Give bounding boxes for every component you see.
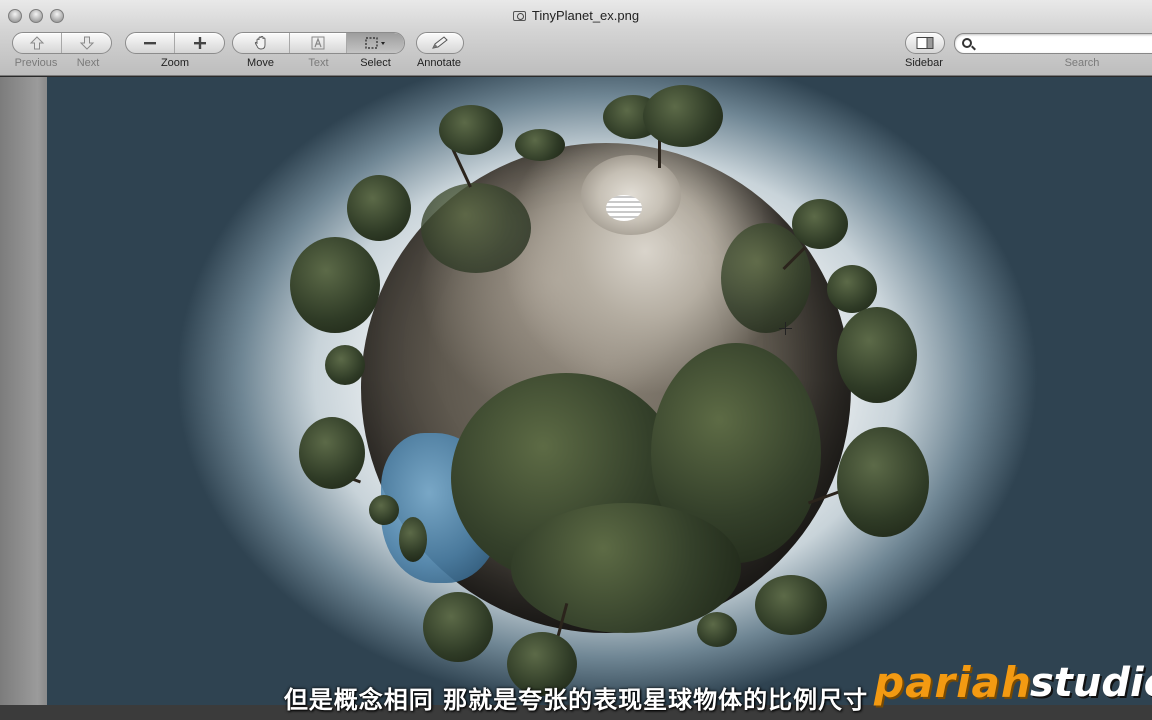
sidebar-icon	[916, 37, 934, 49]
select-tool-button[interactable]	[347, 33, 404, 53]
move-tool-button[interactable]	[233, 33, 290, 53]
document-proxy-icon[interactable]	[512, 11, 526, 21]
image-canvas[interactable]	[47, 77, 1152, 705]
next-button[interactable]	[62, 33, 111, 53]
hand-icon	[254, 36, 266, 50]
forest-patch	[421, 183, 531, 273]
previous-button[interactable]	[13, 33, 62, 53]
previous-next-control	[12, 32, 112, 54]
up-arrow-icon	[29, 36, 45, 50]
zoom-control	[125, 32, 225, 54]
window-title: TinyPlanet_ex.png	[0, 8, 1152, 23]
plus-icon	[193, 37, 206, 49]
crosshair-cursor	[779, 322, 792, 335]
zoom-in-button[interactable]	[175, 33, 224, 53]
window-toolbar: TinyPlanet_ex.png Previous Next Zoom Mov…	[0, 0, 1152, 76]
search-field[interactable]	[954, 33, 1152, 54]
tool-mode-control	[232, 32, 405, 54]
crater-light	[606, 195, 642, 221]
next-label: Next	[76, 57, 100, 69]
left-gutter	[0, 77, 47, 705]
planet-crater	[581, 155, 681, 235]
down-arrow-icon	[79, 36, 94, 50]
magnifier-icon	[962, 38, 972, 48]
annotate-button[interactable]	[417, 33, 463, 53]
text-tool-icon	[311, 36, 325, 50]
minus-icon	[144, 42, 156, 45]
sidebar-label: Sidebar	[905, 57, 943, 69]
annotate-control	[416, 32, 464, 54]
text-tool-button[interactable]	[290, 33, 347, 53]
previous-label: Previous	[14, 57, 58, 69]
select-label: Select	[360, 57, 391, 69]
tiny-planet-image	[361, 143, 851, 633]
zoom-out-button[interactable]	[126, 33, 175, 53]
text-label: Text	[308, 57, 329, 69]
search-input[interactable]	[979, 36, 1149, 52]
marquee-select-icon	[364, 37, 385, 49]
annotate-label: Annotate	[416, 57, 462, 69]
sidebar-control	[905, 32, 945, 54]
watermark-logo-part2: studio	[1030, 660, 1152, 706]
window-title-text: TinyPlanet_ex.png	[531, 8, 640, 23]
sidebar-toggle-button[interactable]	[906, 33, 944, 53]
pencil-icon	[432, 36, 448, 49]
zoom-label: Zoom	[160, 57, 190, 69]
move-label: Move	[247, 57, 274, 69]
search-label: Search	[1064, 57, 1100, 69]
watermark-logo-part1: pariah	[874, 658, 1032, 707]
